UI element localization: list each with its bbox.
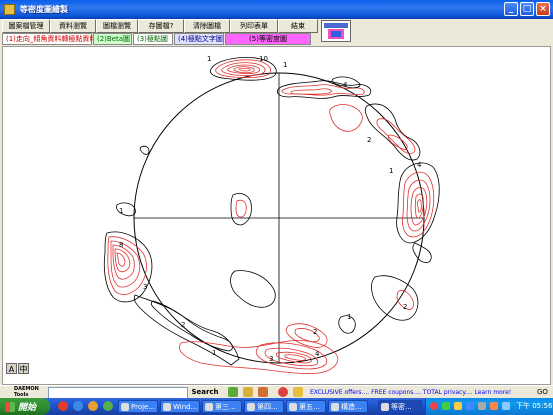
menu-exit[interactable]: 結束	[278, 19, 318, 33]
contour-top-cluster	[210, 57, 372, 99]
toolbar-icon[interactable]	[293, 387, 303, 397]
window-icon	[381, 403, 389, 411]
window-title: 等密度圖繪製	[20, 5, 68, 14]
taskbar-item-label: 構造...	[341, 403, 362, 411]
taskbar-item[interactable]: 第三...	[202, 400, 242, 413]
contour-label: 2	[403, 303, 407, 311]
contour-left-cluster	[103, 231, 153, 303]
contour-label: 4	[417, 161, 422, 169]
contour-lower-left	[133, 270, 419, 366]
windows-flag-icon	[5, 401, 15, 412]
menu-file-manage[interactable]: 圖案檔管理	[2, 19, 50, 33]
contour-label: 1	[207, 55, 211, 63]
contour-label: 4	[315, 350, 320, 358]
contour-label: 8	[119, 241, 123, 249]
clock[interactable]: 下午 05:56	[516, 398, 553, 415]
menu-image-browse[interactable]: 圖檔瀏覽	[96, 19, 138, 33]
window-icon	[289, 403, 297, 411]
window-icon	[121, 403, 129, 411]
menu-save-image[interactable]: 存圖檔?	[138, 19, 184, 33]
window-icon	[331, 403, 339, 411]
search-toolbar: DAEMON Tools Search EXCLUSIVE offers....…	[0, 385, 553, 399]
taskbar-item-label: 等密...	[391, 403, 412, 411]
tab-strike-dip-to-pole[interactable]: (1)走向_傾角資料轉極點資料	[2, 33, 96, 45]
taskbar-item[interactable]: 構造...	[328, 400, 368, 413]
contour-label: 1	[212, 349, 216, 357]
menu-clear-image[interactable]: 清除圖檔	[184, 19, 230, 33]
contour-right-upper-cluster	[329, 103, 421, 161]
tray-icon[interactable]	[478, 402, 486, 410]
window-icon	[247, 403, 255, 411]
font-chinese-button[interactable]: 中	[18, 363, 29, 374]
ad-text[interactable]: EXCLUSIVE offers.... FREE coupons.... TO…	[310, 387, 535, 398]
tray-icon[interactable]	[430, 402, 438, 410]
taskbar-item[interactable]: 第四...	[244, 400, 284, 413]
contour-label: 2	[181, 321, 185, 329]
contour-label: 1	[283, 61, 287, 69]
search-button[interactable]: Search	[190, 387, 220, 397]
toolbar-icon[interactable]	[258, 387, 268, 397]
app-icon	[4, 4, 15, 15]
menu-data-browse[interactable]: 資料瀏覽	[50, 19, 96, 33]
window-icon	[205, 403, 213, 411]
taskbar-item[interactable]: 第五...	[286, 400, 326, 413]
close-button[interactable]: ×	[536, 2, 550, 16]
contour-label: 2	[367, 136, 371, 144]
contour-left-upper-small	[116, 145, 252, 226]
tray-icon[interactable]	[454, 402, 462, 410]
taskbar-item-label: 第四...	[257, 403, 278, 411]
toolbar-icon[interactable]	[278, 387, 288, 397]
window-icon	[163, 403, 171, 411]
taskbar-item[interactable]: Wind...	[160, 400, 200, 413]
contour-label: 10	[259, 55, 268, 63]
toolbar-icon[interactable]	[228, 387, 238, 397]
maximize-button[interactable]: □	[520, 2, 534, 16]
go-button[interactable]: GO	[537, 387, 551, 398]
start-button[interactable]: 開始	[0, 398, 50, 415]
contour-label: 3	[269, 355, 273, 363]
tab-pole-text-plot[interactable]: (4)極點文字圖	[174, 33, 224, 45]
quick-launch-icon[interactable]	[103, 401, 113, 411]
toolbar-icon[interactable]	[243, 387, 253, 397]
app-logo	[321, 20, 351, 42]
menu-print-form[interactable]: 列印表單	[230, 19, 278, 33]
tab-pole-plot[interactable]: (3)極點圖	[133, 33, 173, 45]
function-tabs: (1)走向_傾角資料轉極點資料 (2)Beta圖 (3)極點圖 (4)極點文字圖…	[2, 33, 311, 45]
taskbar: 開始 Proje... Wind... 第三... 第四... 第五... 構造…	[0, 398, 553, 415]
tab-beta-plot[interactable]: (2)Beta圖	[93, 33, 132, 45]
quick-launch-icon[interactable]	[73, 401, 83, 411]
minimize-button[interactable]: _	[504, 2, 518, 16]
stereonet-plot: 1 10 1 4 2 1 4 1 8 3 2 1 3 4 2 1 2	[103, 55, 440, 374]
title-bar: 等密度圖繪製 _ □ ×	[0, 0, 553, 19]
start-label: 開始	[18, 403, 37, 413]
taskbar-item-label: 第五...	[299, 403, 320, 411]
contour-label: 1	[347, 313, 351, 321]
taskbar-item-label: Wind...	[173, 403, 198, 411]
system-tray: 下午 05:56	[425, 398, 553, 415]
taskbar-item-label: Proje...	[131, 403, 156, 411]
taskbar-item-active[interactable]: 等密...	[378, 400, 422, 413]
font-a-button[interactable]: A	[6, 363, 17, 374]
menu-bar: 圖案檔管理 資料瀏覽 圖檔瀏覽 存圖檔? 清除圖檔 列印表單 結束	[2, 19, 318, 33]
density-plot-canvas: 1 10 1 4 2 1 4 1 8 3 2 1 3 4 2 1 2	[2, 46, 551, 385]
tray-icon[interactable]	[490, 402, 498, 410]
tray-icon[interactable]	[466, 402, 474, 410]
contour-label: 1	[389, 167, 393, 175]
window-client: 圖案檔管理 資料瀏覽 圖檔瀏覽 存圖檔? 清除圖檔 列印表單 結束 (1)走向_…	[0, 19, 553, 386]
tray-icon[interactable]	[502, 402, 510, 410]
contour-label: 3	[143, 283, 147, 291]
taskbar-item-label: 第三...	[215, 403, 236, 411]
quick-launch-icon[interactable]	[58, 401, 68, 411]
taskbar-item[interactable]: Proje...	[118, 400, 158, 413]
contour-label: 1	[119, 207, 123, 215]
quick-launch-icon[interactable]	[88, 401, 98, 411]
contour-label: 4	[343, 81, 348, 89]
contour-label-group: 1 10 1 4 2 1 4 1 8 3 2 1 3 4 2 1 2	[119, 55, 422, 363]
tray-icon[interactable]	[442, 402, 450, 410]
contour-label: 2	[313, 328, 317, 336]
tab-density-plot[interactable]: (5)等密度圖	[225, 33, 311, 45]
